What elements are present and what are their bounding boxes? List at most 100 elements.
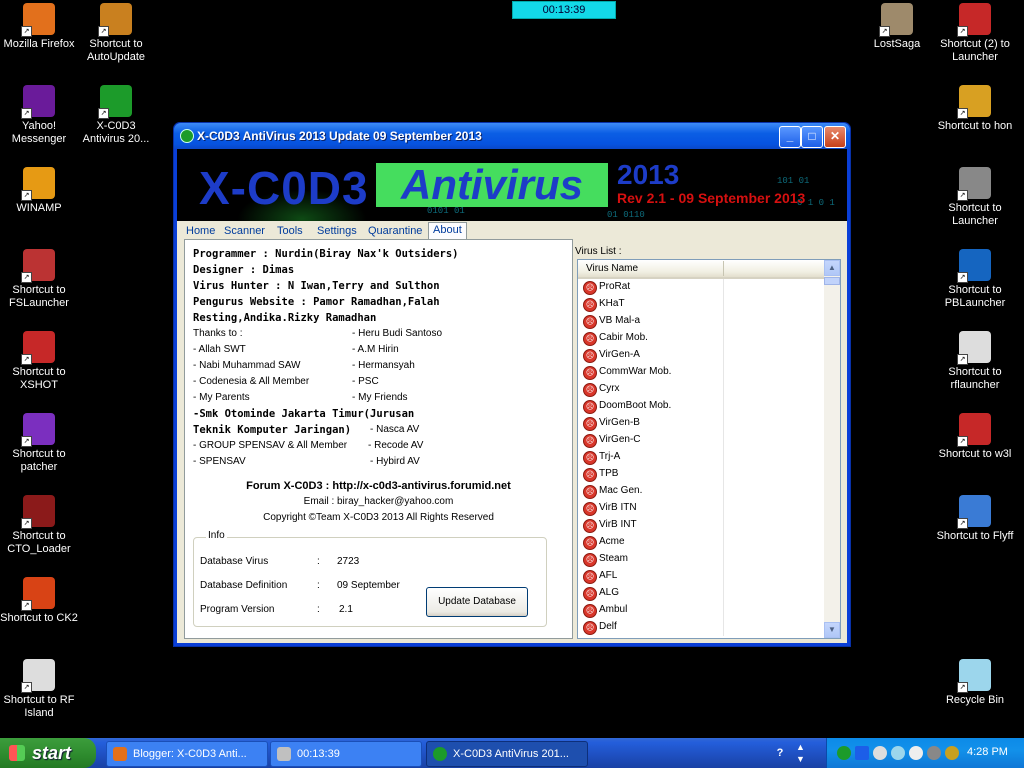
shortcut-arrow-icon: ↗ xyxy=(957,26,968,37)
info-groupbox: Info Database Virus : 2723 Database Defi… xyxy=(193,530,547,627)
thanks-item: - Recode AV xyxy=(368,440,424,451)
tab-home[interactable]: Home xyxy=(182,224,219,239)
virus-row[interactable]: ☹ DoomBoot Mob. xyxy=(578,398,824,415)
desktop-icon[interactable]: ↗ Shortcut to hon xyxy=(936,85,1014,133)
virus-row[interactable]: ☹ VirGen-A xyxy=(578,347,824,364)
window-client: 0101 01 01 0110 101 01 0 1 0 1 X-C0D3 An… xyxy=(177,149,847,643)
column-separator[interactable] xyxy=(723,261,724,276)
scroll-up-icon[interactable]: ▲ xyxy=(824,260,840,276)
title-bar[interactable]: X-C0D3 AntiVirus 2013 Update 09 Septembe… xyxy=(174,123,850,149)
desktop-icon[interactable]: ↗ Shortcut to RF Island xyxy=(0,659,78,720)
desktop-icon[interactable]: ↗ Mozilla Firefox xyxy=(0,3,78,51)
desktop-icon[interactable]: ↗ Yahoo! Messenger xyxy=(0,85,78,146)
virus-list[interactable]: Virus Name ☹ ProRat ☹ KHaT ☹ VB Mal-a ☹ Cabir M… xyxy=(577,259,841,639)
start-button[interactable]: start xyxy=(0,738,96,768)
minimize-button[interactable]: _ xyxy=(779,126,801,148)
network-icon[interactable] xyxy=(855,746,869,760)
virus-row[interactable]: ☹ KHaT xyxy=(578,296,824,313)
shortcut-arrow-icon: ↗ xyxy=(957,518,968,529)
column-divider xyxy=(723,466,724,483)
firefox-icon xyxy=(113,747,127,761)
virus-icon: ☹ xyxy=(583,587,597,601)
tray-icon[interactable] xyxy=(873,746,887,760)
desktop-icon[interactable]: ↗ Shortcut to Flyff xyxy=(936,495,1014,543)
antivirus-tray-icon[interactable] xyxy=(837,746,851,760)
tab-about[interactable]: About xyxy=(428,222,467,240)
desktop-icon[interactable]: ↗ Recycle Bin xyxy=(936,659,1014,707)
virus-name: VB Mal-a xyxy=(599,315,641,326)
close-button[interactable]: ✕ xyxy=(824,126,846,148)
virus-row[interactable]: ☹ ProRat xyxy=(578,279,824,296)
pengurus-credit-cont: Resting,Andika.Rizky Ramadhan xyxy=(193,312,377,324)
speaker-icon[interactable] xyxy=(927,746,941,760)
scroll-thumb[interactable] xyxy=(824,277,840,285)
virus-row[interactable]: ☹ Acme xyxy=(578,534,824,551)
virus-name: KHaT xyxy=(599,298,625,309)
column-divider xyxy=(723,517,724,534)
desktop-icon-label: Shortcut to rflauncher xyxy=(948,366,1002,391)
virus-list-header[interactable]: Virus Name xyxy=(578,260,824,279)
tab-settings[interactable]: Settings xyxy=(313,224,361,239)
desktop-icon[interactable]: ↗ Shortcut to PBLauncher xyxy=(936,249,1014,310)
tray-icon[interactable] xyxy=(891,746,905,760)
desktop-icon[interactable]: ↗ Shortcut to rflauncher xyxy=(936,331,1014,392)
vertical-scrollbar[interactable]: ▲ ▼ xyxy=(824,260,840,638)
desktop-icon[interactable]: ↗ Shortcut to patcher xyxy=(0,413,78,474)
desktop-icon[interactable]: ↗ WINAMP xyxy=(0,167,78,215)
desktop-icon-label: Shortcut to XSHOT xyxy=(12,366,66,391)
shortcut-icon: ↗ xyxy=(879,3,913,37)
shortcut-arrow-icon: ↗ xyxy=(957,272,968,283)
virus-row[interactable]: ☹ VirB INT xyxy=(578,517,824,534)
forum-link[interactable]: Forum X-C0D3 : http://x-c0d3-antivirus.f… xyxy=(185,480,572,492)
column-virus-name[interactable]: Virus Name xyxy=(586,263,638,274)
virus-row[interactable]: ☹ Delf xyxy=(578,619,824,636)
scroll-down-icon[interactable]: ▼ xyxy=(824,622,840,638)
toolbar-arrows-icon[interactable]: ▲ ▼ xyxy=(796,741,810,765)
antivirus-icon xyxy=(433,747,447,761)
virus-row[interactable]: ☹ VirGen-C xyxy=(578,432,824,449)
virus-row[interactable]: ☹ Ambul xyxy=(578,602,824,619)
virus-row[interactable]: ☹ Cabir Mob. xyxy=(578,330,824,347)
clock[interactable]: 4:28 PM xyxy=(967,746,1008,758)
tab-tools[interactable]: Tools xyxy=(273,224,307,239)
virus-row[interactable]: ☹ ALG xyxy=(578,585,824,602)
virus-row[interactable]: ☹ VB Mal-a xyxy=(578,313,824,330)
task-timer[interactable]: 00:13:39 xyxy=(270,741,422,767)
virus-row[interactable]: ☹ TPB xyxy=(578,466,824,483)
virus-name: ALG xyxy=(599,587,620,598)
virus-row[interactable]: ☹ VirGen-B xyxy=(578,415,824,432)
desktop-icon[interactable]: ↗ Shortcut (2) to Launcher xyxy=(936,3,1014,64)
virus-row[interactable]: ☹ CommWar Mob. xyxy=(578,364,824,381)
desktop-icon-label: Yahoo! Messenger xyxy=(11,120,67,145)
desktop-icon[interactable]: ↗ Shortcut to AutoUpdate xyxy=(77,3,155,64)
virus-icon: ☹ xyxy=(583,417,597,431)
tray-icon[interactable] xyxy=(909,746,923,760)
task-blogger[interactable]: Blogger: X-C0D3 Anti... xyxy=(106,741,268,767)
desktop-icon[interactable]: ↗ X-C0D3 Antivirus 20... xyxy=(77,85,155,146)
desktop-icon[interactable]: ↗ Shortcut to CTO_Loader xyxy=(0,495,78,556)
virus-rows: ☹ ProRat ☹ KHaT ☹ VB Mal-a ☹ Cabir Mob. ☹ VirGen-… xyxy=(578,279,824,636)
virus-row[interactable]: ☹ Steam xyxy=(578,551,824,568)
desktop-icon[interactable]: ↗ Shortcut to XSHOT xyxy=(0,331,78,392)
desktop-icon[interactable]: ↗ Shortcut to CK2 xyxy=(0,577,78,625)
task-antivirus[interactable]: X-C0D3 AntiVirus 201... xyxy=(426,741,588,767)
virus-row[interactable]: ☹ VirB ITN xyxy=(578,500,824,517)
help-icon[interactable]: ? xyxy=(770,741,790,765)
virus-row[interactable]: ☹ Cyrx xyxy=(578,381,824,398)
desktop-icon[interactable]: ↗ LostSaga xyxy=(858,3,936,51)
virus-row[interactable]: ☹ Mac Gen. xyxy=(578,483,824,500)
maximize-button[interactable]: □ xyxy=(801,126,823,148)
tray-icon[interactable] xyxy=(945,746,959,760)
desktop-icon[interactable]: ↗ Shortcut to w3l xyxy=(936,413,1014,461)
desktop-icon[interactable]: ↗ Shortcut to FSLauncher xyxy=(0,249,78,310)
desktop-icon[interactable]: ↗ Shortcut to Launcher xyxy=(936,167,1014,228)
banner: 0101 01 01 0110 101 01 0 1 0 1 X-C0D3 An… xyxy=(177,149,847,221)
update-database-button[interactable]: Update Database xyxy=(426,587,528,617)
tab-quarantine[interactable]: Quarantine xyxy=(364,224,426,239)
window-title: X-C0D3 AntiVirus 2013 Update 09 Septembe… xyxy=(197,129,482,143)
virus-row[interactable]: ☹ Trj-A xyxy=(578,449,824,466)
virus-row[interactable]: ☹ AFL xyxy=(578,568,824,585)
thanks-item: - SPENSAV xyxy=(193,456,246,467)
school-credit: -Smk Otominde Jakarta Timur(Jurusan xyxy=(193,408,415,420)
tab-scanner[interactable]: Scanner xyxy=(220,224,269,239)
